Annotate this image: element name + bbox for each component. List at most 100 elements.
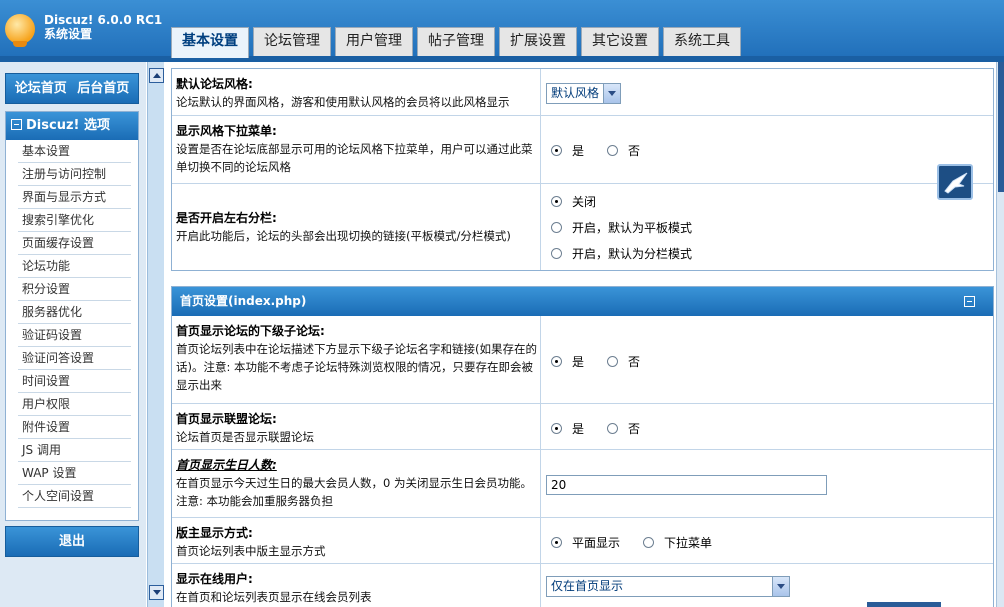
radio-checked-icon[interactable] [551,537,562,548]
radio-label: 下拉菜单 [664,536,713,550]
split-view-column-radio[interactable]: 开启，默认为分栏模式 [551,245,692,262]
setting-description: 在首页显示今天过生日的最大会员人数，0 为关闭显示生日会员功能。注意: 本功能会… [176,476,532,508]
online-users-select-value: 仅在首页显示 [551,579,624,593]
radio-unchecked-icon[interactable] [551,248,562,259]
app-subtitle: 系统设置 [44,27,93,41]
forum-home-link[interactable]: 论坛首页 [15,81,67,96]
radio-unchecked-icon[interactable] [607,145,618,156]
setting-description: 首页论坛列表中在论坛描述下方显示下级子论坛名字和链接(如果存在的话)。注意: 本… [176,342,537,392]
sidebar-item-server-optimization[interactable]: 服务器优化 [18,301,131,324]
radio-label: 是 [572,144,585,158]
setting-row-alliance-forums: 首页显示联盟论坛: 论坛首页是否显示联盟论坛 是 否 [172,404,993,450]
radio-checked-icon[interactable] [551,196,562,207]
quick-jump-icon[interactable] [937,164,973,200]
scroll-thumb[interactable] [998,62,1004,192]
sidebar-item-registration-access[interactable]: 注册与访问控制 [18,163,131,186]
radio-label: 否 [628,422,641,436]
setting-description: 论坛默认的界面风格，游客和使用默认风格的会员将以此风格显示 [176,95,510,109]
scroll-up-button[interactable] [149,68,164,83]
panel-title: 首页设置(index.php) [180,294,307,308]
subforums-no-radio[interactable]: 否 [607,353,640,370]
tab-post-management[interactable]: 帖子管理 [417,27,495,56]
tab-user-management[interactable]: 用户管理 [335,27,413,56]
sidebar-item-wap[interactable]: WAP 设置 [18,462,131,485]
sidebar-item-page-cache[interactable]: 页面缓存设置 [18,232,131,255]
sidebar-item-basic-settings[interactable]: 基本设置 [18,140,131,163]
app-header: Discuz! 6.0.0 RC1 系统设置 基本设置 论坛管理 用户管理 帖子… [0,0,1004,62]
sidebar-scrollbar[interactable] [147,62,164,607]
sidebar-item-captcha[interactable]: 验证码设置 [18,324,131,347]
subforums-yes-radio[interactable]: 是 [551,353,584,370]
chevron-down-icon[interactable] [772,577,789,596]
online-users-select[interactable]: 仅在首页显示 [546,576,790,597]
radio-checked-icon[interactable] [551,356,562,367]
tab-other-settings[interactable]: 其它设置 [581,27,659,56]
sidebar-item-js-call[interactable]: JS 调用 [18,439,131,462]
radio-label: 是 [572,422,585,436]
moderator-flat-radio[interactable]: 平面显示 [551,534,620,551]
tab-forum-management[interactable]: 论坛管理 [253,27,331,56]
collapse-icon[interactable] [11,119,22,130]
setting-row-online-users: 显示在线用户: 在首页和论坛列表页显示在线会员列表 仅在首页显示 [172,564,993,607]
radio-checked-icon[interactable] [551,145,562,156]
chevron-down-icon[interactable] [603,84,620,103]
setting-label: 是否开启左右分栏: 开启此功能后，论坛的头部会出现切换的链接(平板模式/分栏模式… [172,184,541,270]
style-dropdown-no-radio[interactable]: 否 [607,142,640,159]
sidebar-item-attachments[interactable]: 附件设置 [18,416,131,439]
radio-unchecked-icon[interactable] [643,537,654,548]
tab-basic-settings[interactable]: 基本设置 [171,27,249,58]
alliance-yes-radio[interactable]: 是 [551,420,584,437]
setting-control: 仅在首页显示 [542,564,993,607]
setting-title: 默认论坛风格: [176,77,253,91]
setting-title: 显示在线用户: [176,572,253,586]
sidebar-item-interface-display[interactable]: 界面与显示方式 [18,186,131,209]
sidebar-item-personal-space[interactable]: 个人空间设置 [18,485,131,508]
radio-unchecked-icon[interactable] [607,423,618,434]
tab-extension-settings[interactable]: 扩展设置 [499,27,577,56]
tab-system-tools[interactable]: 系统工具 [663,27,741,56]
setting-title: 首页显示论坛的下级子论坛: [176,324,325,338]
setting-row-default-style: 默认论坛风格: 论坛默认的界面风格，游客和使用默认风格的会员将以此风格显示 默认… [172,69,993,116]
radio-label: 是 [572,355,585,369]
admin-home-link[interactable]: 后台首页 [77,81,129,96]
sidebar-menu-title: Discuz! 选项 [26,118,110,133]
app-title: Discuz! 6.0.0 RC1 [44,13,163,27]
setting-control: 关闭 开启，默认为平板模式 开启，默认为分栏模式 [542,184,993,270]
birthday-count-input[interactable]: 20 [546,475,827,495]
style-dropdown-yes-radio[interactable]: 是 [551,142,584,159]
moderator-dropdown-radio[interactable]: 下拉菜单 [643,534,712,551]
setting-control: 是 否 [542,404,993,449]
sidebar-menu-header[interactable]: Discuz! 选项 [6,112,138,140]
split-view-flat-radio[interactable]: 开启，默认为平板模式 [551,219,692,236]
discuz-logo-base [13,41,27,47]
sidebar-item-permissions[interactable]: 用户权限 [18,393,131,416]
radio-checked-icon[interactable] [551,423,562,434]
bird-icon [944,172,968,194]
setting-label: 首页显示论坛的下级子论坛: 首页论坛列表中在论坛描述下方显示下级子论坛名字和链接… [172,316,541,403]
logout-button[interactable]: 退出 [5,526,139,557]
alliance-no-radio[interactable]: 否 [607,420,640,437]
radio-label: 开启，默认为平板模式 [572,221,693,235]
setting-control: 平面显示 下拉菜单 [542,518,993,563]
sidebar-item-seo[interactable]: 搜索引擎优化 [18,209,131,232]
setting-title: 版主显示方式: [176,526,253,540]
collapse-icon[interactable] [964,296,975,307]
setting-description: 在首页和论坛列表页显示在线会员列表 [176,590,372,604]
setting-title: 首页显示生日人数: [176,458,277,472]
radio-unchecked-icon[interactable] [551,222,562,233]
scroll-down-button[interactable] [149,585,164,600]
setting-row-birthday-count: 首页显示生日人数: 在首页显示今天过生日的最大会员人数，0 为关闭显示生日会员功… [172,450,993,518]
default-style-select[interactable]: 默认风格 [546,83,621,104]
sidebar-item-time[interactable]: 时间设置 [18,370,131,393]
main-scrollbar[interactable] [996,62,1004,607]
split-view-off-radio[interactable]: 关闭 [551,193,596,210]
sidebar-item-qa-verification[interactable]: 验证问答设置 [18,347,131,370]
sidebar: 论坛首页 后台首页 Discuz! 选项 基本设置 注册与访问控制 界面与显示方… [0,62,146,607]
setting-control: 20 [542,450,993,517]
radio-unchecked-icon[interactable] [607,356,618,367]
sidebar-item-credits[interactable]: 积分设置 [18,278,131,301]
sidebar-item-forum-features[interactable]: 论坛功能 [18,255,131,278]
default-style-select-value: 默认风格 [551,86,600,100]
radio-label: 开启，默认为分栏模式 [572,247,693,261]
setting-row-style-dropdown: 显示风格下拉菜单: 设置是否在论坛底部显示可用的论坛风格下拉菜单，用户可以通过此… [172,116,993,184]
